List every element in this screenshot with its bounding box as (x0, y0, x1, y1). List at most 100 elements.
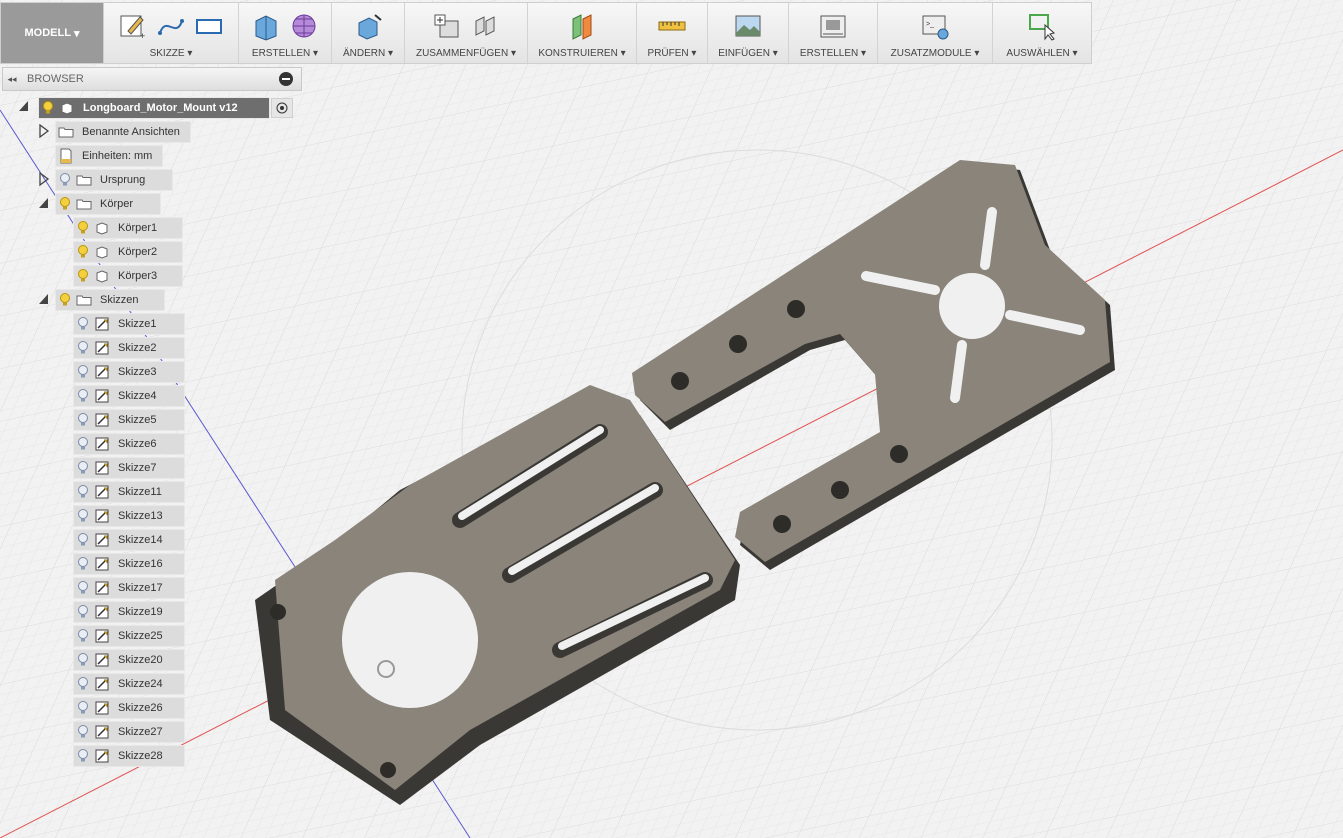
tree-item-label: Körper1 (118, 222, 158, 234)
toolbar-group-insert[interactable]: EINFÜGEN ▾ (708, 3, 789, 63)
visibility-bulb-icon[interactable] (74, 267, 92, 285)
tree-item-sketch[interactable]: Skizze24 (73, 673, 185, 695)
expand-root-icon[interactable] (18, 99, 30, 113)
expand-named-views-icon[interactable] (38, 123, 50, 139)
3d-print-icon[interactable] (818, 11, 848, 41)
tree-item-sketch[interactable]: Skizze11 (73, 481, 185, 503)
select-icon[interactable] (1027, 11, 1057, 41)
toolbar-group-addins[interactable]: >_ ZUSATZMODULE ▾ (878, 3, 993, 63)
tree-item-sketch[interactable]: Skizze19 (73, 601, 185, 623)
sketch-icon (92, 533, 112, 547)
toolbar-group-inspect[interactable]: PRÜFEN ▾ (637, 3, 708, 63)
tree-item-label: Skizze28 (118, 750, 163, 762)
expand-sketches-icon[interactable] (38, 292, 50, 306)
visibility-bulb-icon[interactable] (74, 579, 92, 597)
visibility-bulb-icon[interactable] (74, 435, 92, 453)
folder-icon (74, 174, 94, 186)
visibility-bulb-icon[interactable] (74, 675, 92, 693)
expand-bodies-icon[interactable] (38, 196, 50, 210)
tree-item-origin[interactable]: Ursprung (55, 169, 173, 191)
expand-origin-icon[interactable] (38, 171, 50, 187)
tree-item-label: Skizze16 (118, 558, 163, 570)
tree-item-sketch[interactable]: Skizze4 (73, 385, 185, 407)
tree-item-label: Skizze25 (118, 630, 163, 642)
toolbar-group-create[interactable]: ERSTELLEN ▾ (239, 3, 332, 63)
collapse-panel-icon[interactable]: ◂◂ (3, 74, 21, 85)
tree-item-sketch[interactable]: Skizze25 (73, 625, 185, 647)
toolbar-group-make[interactable]: ERSTELLEN ▾ (789, 3, 878, 63)
workspace-mode-button[interactable]: MODELL ▾ (1, 3, 104, 63)
tree-item-sketch[interactable]: Skizze7 (73, 457, 185, 479)
toolbar-group-construct[interactable]: KONSTRUIEREN ▾ (528, 3, 637, 63)
tree-item-named-views[interactable]: Benannte Ansichten (55, 121, 191, 143)
tree-item-sketch[interactable]: Skizze5 (73, 409, 185, 431)
tree-item-sketch[interactable]: Skizze27 (73, 721, 185, 743)
tree-item-sketch[interactable]: Skizze26 (73, 697, 185, 719)
activate-component-icon[interactable] (271, 98, 293, 118)
visibility-bulb-icon[interactable] (74, 315, 92, 333)
toolbar-group-assemble[interactable]: ZUSAMMENFÜGEN ▾ (405, 3, 528, 63)
tree-item-body[interactable]: Körper2 (73, 241, 183, 263)
tree-root-document[interactable]: Longboard_Motor_Mount v12 (38, 97, 270, 119)
tree-item-sketch[interactable]: Skizze20 (73, 649, 185, 671)
visibility-bulb-icon[interactable] (39, 99, 57, 117)
visibility-bulb-icon[interactable] (74, 507, 92, 525)
new-component-icon[interactable] (432, 11, 462, 41)
tree-item-sketch[interactable]: Skizze2 (73, 337, 185, 359)
scripts-addins-icon[interactable]: >_ (920, 11, 950, 41)
toolbar-group-select[interactable]: AUSWÄHLEN ▾ (993, 3, 1091, 63)
tree-item-units[interactable]: Einheiten: mm (55, 145, 164, 167)
tree-item-label: Skizze26 (118, 702, 163, 714)
visibility-bulb-icon[interactable] (74, 747, 92, 765)
sketch-icon (92, 677, 112, 691)
visibility-bulb-icon[interactable] (74, 411, 92, 429)
visibility-bulb-icon[interactable] (74, 243, 92, 261)
rectangle-icon[interactable] (194, 11, 224, 41)
visibility-bulb-icon[interactable] (74, 699, 92, 717)
joint-icon[interactable] (470, 11, 500, 41)
visibility-bulb-icon[interactable] (74, 723, 92, 741)
tree-item-sketches-folder[interactable]: Skizzen (55, 289, 165, 311)
visibility-bulb-icon[interactable] (74, 339, 92, 357)
offset-plane-icon[interactable] (567, 11, 597, 41)
visibility-bulb-icon[interactable] (56, 291, 74, 309)
tree-item-sketch[interactable]: Skizze17 (73, 577, 185, 599)
tree-item-sketch[interactable]: Skizze13 (73, 505, 185, 527)
visibility-bulb-icon[interactable] (74, 555, 92, 573)
tree-item-sketch[interactable]: Skizze28 (73, 745, 185, 767)
tree-item-label: Skizze24 (118, 678, 163, 690)
main-toolbar: MODELL ▾ + SKIZZE ▾ ERSTELLEN ▾ ÄNDERN ▾… (0, 2, 1092, 64)
create-sketch-icon[interactable]: + (118, 11, 148, 41)
extrude-icon[interactable] (251, 11, 281, 41)
tree-item-bodies-folder[interactable]: Körper (55, 193, 161, 215)
press-pull-icon[interactable] (353, 11, 383, 41)
toolbar-group-modify[interactable]: ÄNDERN ▾ (332, 3, 405, 63)
visibility-bulb-icon[interactable] (74, 483, 92, 501)
visibility-bulb-icon[interactable] (74, 603, 92, 621)
visibility-bulb-icon[interactable] (74, 387, 92, 405)
visibility-bulb-icon[interactable] (74, 363, 92, 381)
tree-item-sketch[interactable]: Skizze6 (73, 433, 185, 455)
3d-viewport[interactable] (0, 0, 1343, 838)
spline-icon[interactable] (156, 11, 186, 41)
sketch-icon (92, 557, 112, 571)
visibility-bulb-icon[interactable] (56, 171, 74, 189)
measure-icon[interactable] (657, 11, 687, 41)
tree-item-sketch[interactable]: Skizze16 (73, 553, 185, 575)
visibility-bulb-icon[interactable] (74, 459, 92, 477)
visibility-bulb-icon[interactable] (74, 651, 92, 669)
tree-item-body[interactable]: Körper1 (73, 217, 183, 239)
visibility-bulb-icon[interactable] (74, 531, 92, 549)
body-icon (92, 221, 112, 235)
visibility-bulb-icon[interactable] (56, 195, 74, 213)
tree-item-sketch[interactable]: Skizze14 (73, 529, 185, 551)
tree-item-sketch[interactable]: Skizze3 (73, 361, 185, 383)
visibility-bulb-icon[interactable] (74, 627, 92, 645)
tree-item-body[interactable]: Körper3 (73, 265, 183, 287)
form-icon[interactable] (289, 11, 319, 41)
insert-image-icon[interactable] (733, 11, 763, 41)
minimize-browser-icon[interactable] (279, 72, 293, 86)
toolbar-group-sketch[interactable]: + SKIZZE ▾ (104, 3, 239, 63)
visibility-bulb-icon[interactable] (74, 219, 92, 237)
tree-item-sketch[interactable]: Skizze1 (73, 313, 185, 335)
